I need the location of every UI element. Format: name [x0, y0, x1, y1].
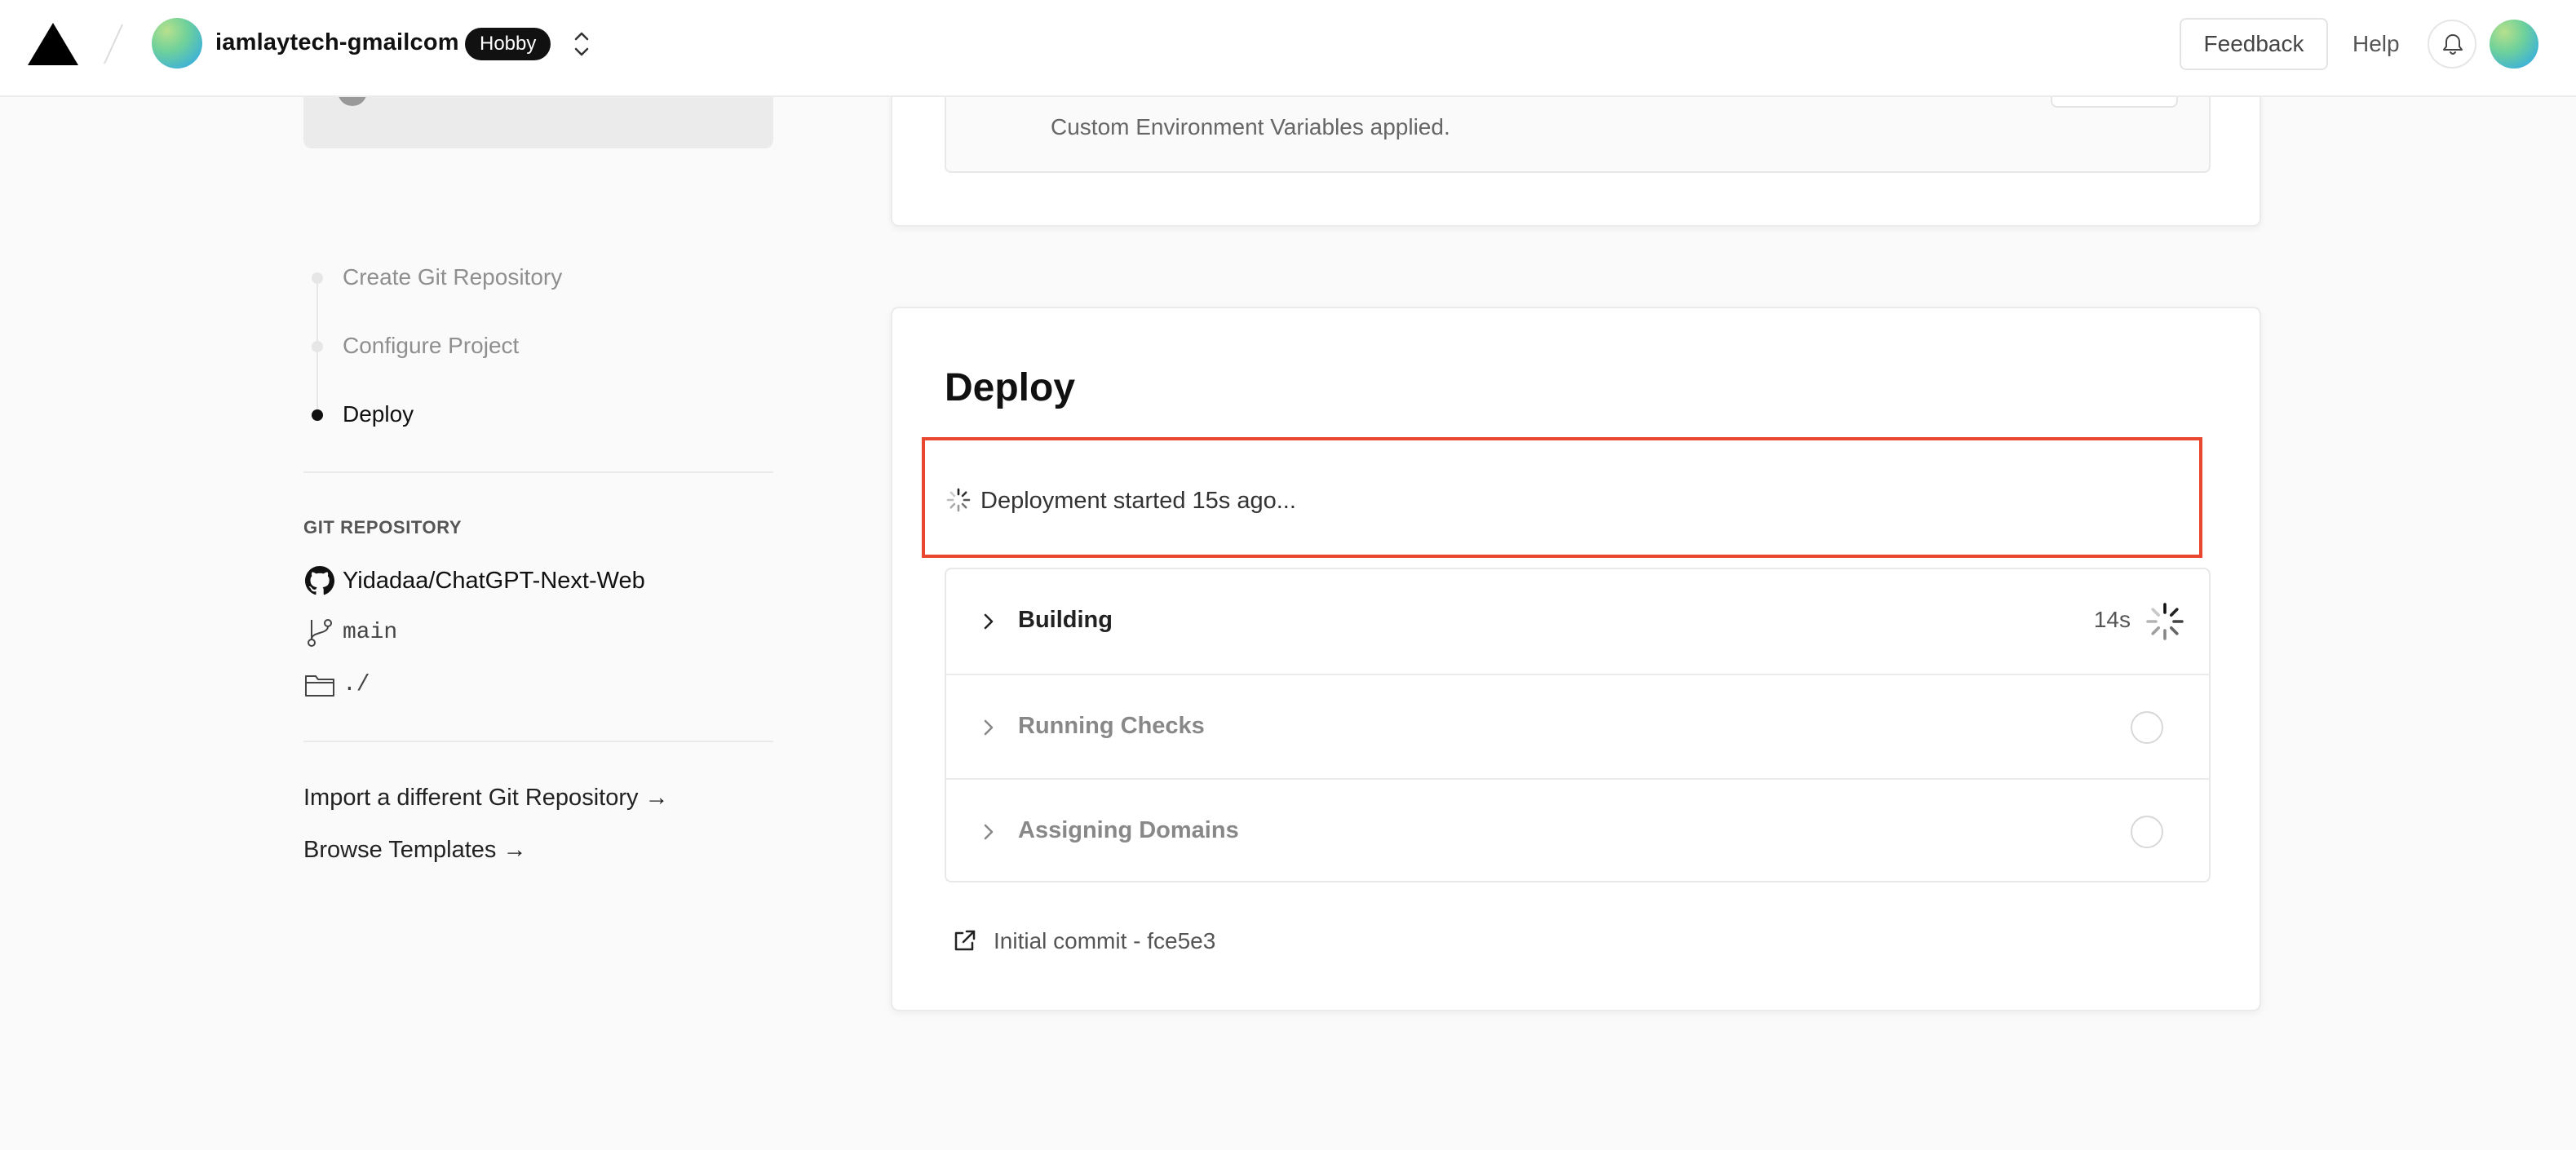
- chevron-right-icon: [984, 613, 994, 630]
- chevron-right-icon: [984, 719, 994, 736]
- plan-badge: Hobby: [465, 28, 551, 60]
- sidebar-divider: [303, 471, 773, 473]
- branch-row: main: [303, 617, 773, 649]
- help-link[interactable]: Help: [2352, 31, 2400, 57]
- sidebar-divider: [303, 741, 773, 742]
- deploy-card: Deploy Deployment started 15s ago... Bui…: [891, 307, 2261, 1011]
- step-deploy: Deploy: [343, 401, 414, 427]
- deploy-heading: Deploy: [945, 366, 1076, 409]
- pending-status-icon: [2131, 816, 2163, 848]
- step-dot-active: [312, 409, 323, 421]
- branch-name: main: [343, 620, 398, 645]
- notifications-button[interactable]: [2428, 20, 2476, 69]
- root-directory-row: ./: [303, 669, 773, 701]
- root-directory: ./: [343, 672, 370, 697]
- build-step-label: Assigning Domains: [1018, 817, 1239, 843]
- commit-message[interactable]: Initial commit - fce5e3: [994, 928, 1215, 954]
- chevrons-up-down-icon[interactable]: [569, 28, 594, 60]
- deployment-status-highlight: Deployment started 15s ago...: [922, 437, 2202, 558]
- build-step-running-checks[interactable]: Running Checks: [946, 674, 2209, 778]
- step-dot: [312, 341, 323, 352]
- step-dot: [312, 272, 323, 284]
- team-avatar[interactable]: [152, 18, 202, 69]
- pending-status-icon: [2131, 711, 2163, 744]
- chevron-right-icon: [984, 824, 994, 840]
- spinner-icon: [2146, 603, 2184, 640]
- top-navigation-bar: iamlaytech-gmailcom Hobby Feedback Help: [0, 0, 2576, 97]
- env-variables-status: Custom Environment Variables applied.: [1051, 114, 1450, 139]
- browse-templates-link[interactable]: Browse Templates →: [303, 837, 526, 864]
- vercel-logo-icon[interactable]: [28, 23, 78, 65]
- github-icon: [305, 566, 334, 595]
- breadcrumb-separator: [104, 24, 123, 64]
- build-step-label: Building: [1018, 607, 1113, 633]
- step-configure-project: Configure Project: [343, 333, 520, 358]
- import-different-repo-link[interactable]: Import a different Git Repository →: [303, 785, 669, 812]
- step-create-git-repository: Create Git Repository: [343, 264, 563, 290]
- git-repository-heading: GIT REPOSITORY: [303, 517, 463, 537]
- git-branch-icon: [308, 619, 332, 647]
- repository-name[interactable]: Yidadaa/ChatGPT-Next-Web: [343, 568, 645, 595]
- deployment-status-text: Deployment started 15s ago...: [980, 488, 1296, 514]
- bell-icon: [2443, 34, 2463, 55]
- user-avatar[interactable]: [2490, 20, 2538, 69]
- spinner-icon: [946, 488, 971, 512]
- build-step-assigning-domains[interactable]: Assigning Domains: [946, 778, 2209, 881]
- external-link-icon: [954, 930, 976, 951]
- folder-icon: [305, 675, 334, 697]
- build-step-label: Running Checks: [1018, 713, 1205, 739]
- repository-row[interactable]: Yidadaa/ChatGPT-Next-Web: [303, 564, 773, 597]
- build-step-building[interactable]: Building 14s: [946, 569, 2209, 674]
- team-name[interactable]: iamlaytech-gmailcom: [215, 29, 459, 56]
- build-step-duration: 14s: [2093, 607, 2131, 632]
- deployment-steps-list: Building 14s Running Checks Assigning Do…: [945, 568, 2211, 882]
- feedback-button[interactable]: Feedback: [2180, 18, 2328, 70]
